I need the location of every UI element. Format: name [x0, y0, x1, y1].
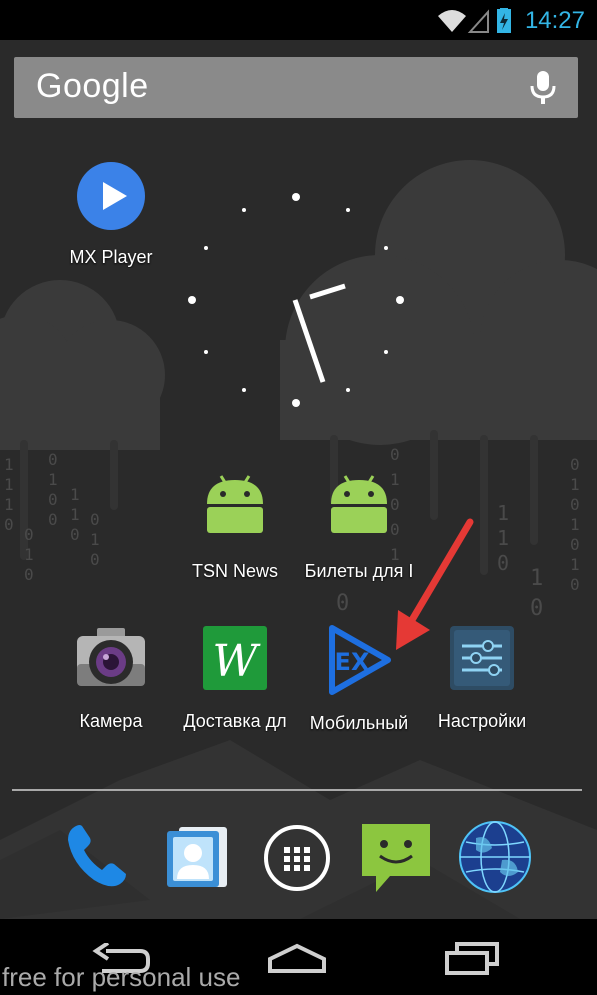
svg-text:1: 1 [70, 505, 80, 524]
status-bar: 14:27 [0, 0, 597, 40]
android-icon [178, 472, 292, 539]
battery-charging-icon [497, 7, 511, 33]
svg-text:0: 0 [336, 591, 349, 616]
svg-text:1: 1 [570, 555, 580, 574]
app-label: TSN News [191, 561, 278, 581]
wifi-icon [438, 10, 466, 32]
contacts-icon[interactable] [163, 823, 231, 896]
phone-icon[interactable] [62, 820, 134, 897]
svg-text:1: 1 [497, 526, 509, 550]
svg-text:0: 0 [390, 445, 400, 464]
delivery-w-icon: W [178, 624, 292, 697]
app-mx-player[interactable]: MX Player [55, 160, 167, 268]
svg-text:0: 0 [570, 495, 580, 514]
app-delivery[interactable]: W Доставка дл [178, 624, 292, 732]
app-drawer-icon[interactable] [262, 823, 332, 898]
dock-divider [12, 789, 582, 791]
app-label: Билеты для I [304, 561, 414, 581]
svg-text:0: 0 [70, 525, 80, 544]
svg-text:0: 0 [570, 535, 580, 554]
svg-text:1: 1 [48, 470, 58, 489]
svg-text:1: 1 [4, 455, 14, 474]
svg-text:EX: EX [335, 648, 370, 676]
svg-text:1: 1 [70, 485, 80, 504]
app-settings[interactable]: Настройки [426, 624, 538, 732]
recents-icon[interactable] [443, 941, 501, 980]
app-tickets[interactable]: Билеты для I [302, 472, 416, 582]
cell-signal-icon [467, 9, 489, 33]
svg-text:1: 1 [497, 501, 509, 525]
settings-icon [426, 624, 538, 697]
svg-text:0: 0 [48, 450, 58, 469]
svg-text:1: 1 [24, 545, 34, 564]
app-label: Камера [79, 711, 143, 731]
app-tsn-news[interactable]: TSN News [178, 472, 292, 582]
svg-text:0: 0 [530, 596, 543, 621]
browser-globe-icon[interactable] [458, 820, 532, 899]
google-logo: Google [36, 67, 149, 105]
svg-text:0: 0 [570, 455, 580, 474]
app-label: Настройки [437, 711, 527, 731]
svg-text:0: 0 [48, 490, 58, 509]
svg-text:1: 1 [90, 530, 100, 549]
svg-text:0: 0 [4, 515, 14, 534]
svg-text:1: 1 [4, 495, 14, 514]
svg-text:1: 1 [530, 566, 543, 591]
app-label: Доставка дл [183, 711, 287, 731]
mx-player-icon [55, 160, 167, 237]
app-mobile-ex[interactable]: EX Мобильный [302, 624, 416, 734]
app-label: MX Player [69, 247, 153, 267]
svg-text:0: 0 [48, 510, 58, 529]
messaging-icon[interactable] [360, 822, 432, 899]
android-icon [302, 472, 416, 539]
app-label: Мобильный [309, 713, 409, 733]
watermark: free for personal use [2, 962, 241, 992]
svg-text:0: 0 [497, 551, 509, 575]
app-camera[interactable]: Камера [55, 624, 167, 732]
svg-text:0: 0 [24, 565, 34, 584]
svg-text:1: 1 [570, 515, 580, 534]
svg-text:1: 1 [4, 475, 14, 494]
home-icon[interactable] [266, 943, 328, 980]
svg-text:0: 0 [90, 550, 100, 569]
camera-icon [55, 624, 167, 697]
status-clock: 14:27 [524, 7, 585, 34]
svg-text:0: 0 [24, 525, 34, 544]
mic-icon[interactable] [530, 71, 556, 110]
google-search-bar[interactable]: Google [14, 57, 578, 118]
svg-text:1: 1 [570, 475, 580, 494]
svg-text:W: W [212, 636, 261, 687]
svg-text:0: 0 [90, 510, 100, 529]
ex-icon: EX [302, 624, 416, 701]
status-icons [436, 7, 516, 39]
svg-text:0: 0 [570, 575, 580, 594]
